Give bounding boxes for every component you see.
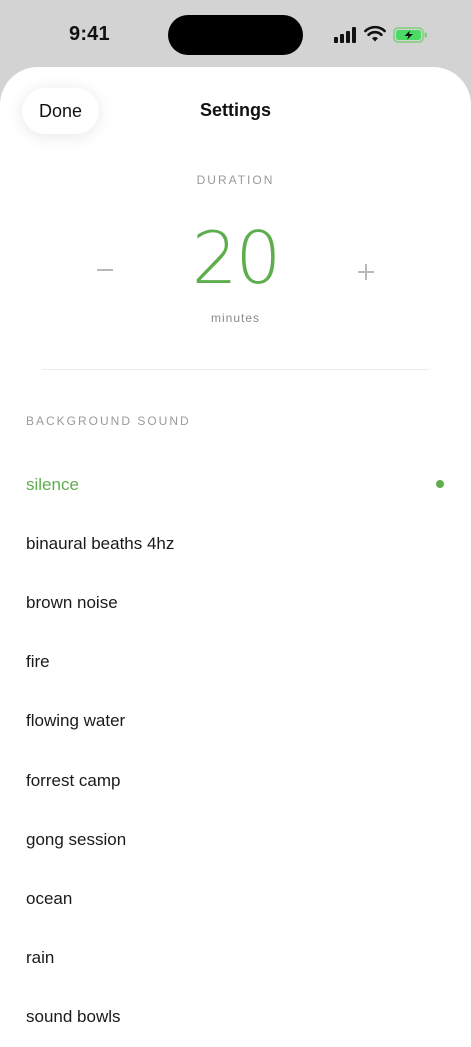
- duration-section-label: DURATION: [196, 173, 275, 187]
- sound-option[interactable]: binaural beaths 4hz: [0, 514, 471, 573]
- wifi-icon: [364, 25, 386, 42]
- sound-option[interactable]: gong session: [0, 810, 471, 869]
- sound-option[interactable]: brown noise: [0, 573, 471, 632]
- sound-option-label: fire: [26, 652, 50, 672]
- sound-option-label: sound bowls: [26, 1007, 121, 1027]
- sound-option-selected[interactable]: silence: [0, 455, 471, 514]
- sound-option[interactable]: ocean: [0, 869, 471, 928]
- duration-unit: minutes: [210, 311, 261, 325]
- section-divider: [42, 369, 429, 370]
- status-bar: 9:41: [0, 0, 471, 68]
- sound-option[interactable]: rain: [0, 929, 471, 988]
- sound-option-label: brown noise: [26, 592, 118, 612]
- status-time: 9:41: [69, 23, 110, 45]
- sound-option-label: ocean: [26, 888, 73, 908]
- sound-option-label: silence: [26, 474, 79, 494]
- sound-option-label: flowing water: [26, 711, 126, 731]
- page-title: Settings: [199, 100, 271, 120]
- increment-duration-button[interactable]: [351, 257, 381, 287]
- duration-value: 20: [191, 216, 282, 300]
- sound-option[interactable]: flowing water: [0, 692, 471, 751]
- dynamic-island: [168, 15, 303, 55]
- battery-charging-icon: [393, 27, 427, 43]
- sound-option[interactable]: forrest camp: [0, 751, 471, 810]
- sound-option-label: binaural beaths 4hz: [26, 533, 175, 553]
- selected-indicator-dot: [436, 480, 444, 488]
- settings-sheet: Done Settings DURATION 20 minutes BACKGR…: [0, 67, 471, 1047]
- sound-option-label: forrest camp: [26, 770, 121, 790]
- sound-option[interactable]: sound bowls: [0, 988, 471, 1047]
- sound-option[interactable]: fire: [0, 633, 471, 692]
- background-sound-list: silence binaural beaths 4hz brown noise …: [0, 455, 471, 1047]
- sound-option-label: rain: [26, 948, 55, 968]
- sound-option-label: gong session: [26, 829, 127, 849]
- background-sound-section-label: BACKGROUND SOUND: [26, 414, 191, 428]
- cellular-signal-icon: [334, 27, 356, 43]
